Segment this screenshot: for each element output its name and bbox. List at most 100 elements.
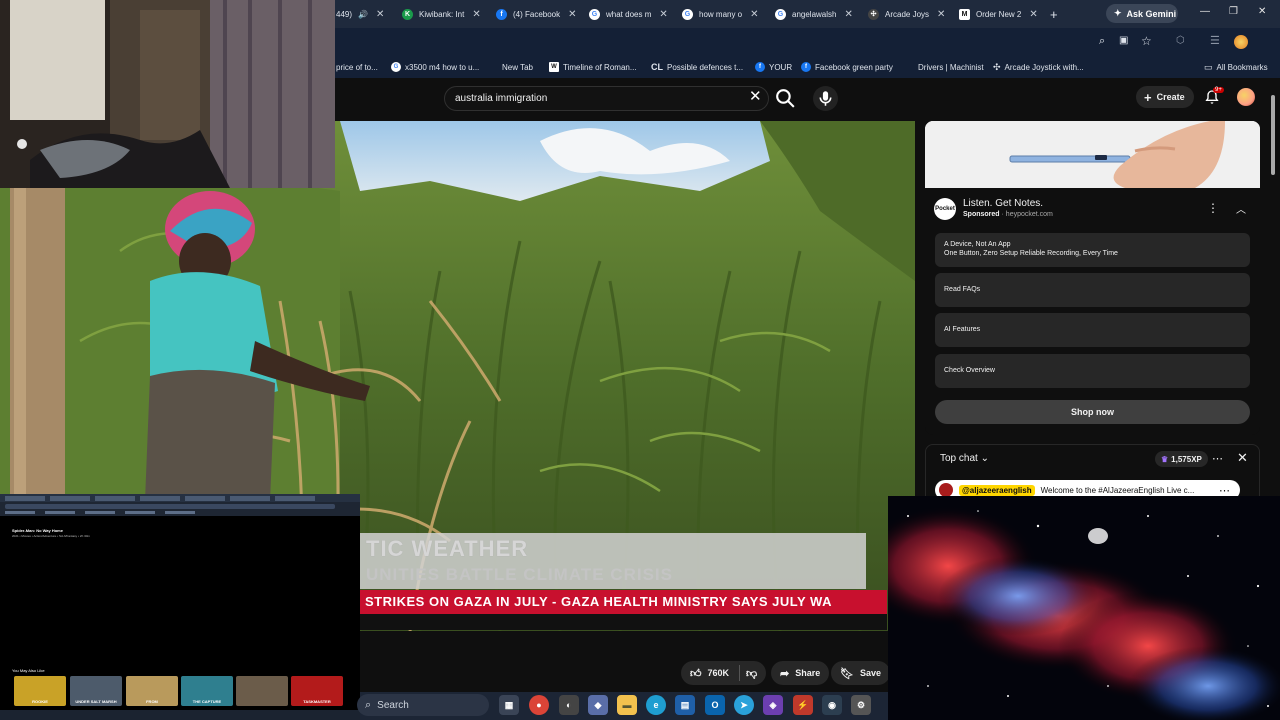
reading-list-icon[interactable]: ☰ [1210, 34, 1220, 47]
ad-logo[interactable]: Pocket [934, 198, 956, 220]
audio-icon: 🔊 [358, 9, 368, 19]
settings-icon[interactable]: ⚙ [851, 695, 871, 715]
sponsored-label: Sponsored [963, 211, 1000, 218]
divider [739, 665, 741, 681]
tab[interactable]: ✣ Arcade Joys ✕ [868, 3, 945, 25]
microphone-icon[interactable] [813, 86, 838, 111]
movie-thumbnail[interactable]: THE CAPTURE [181, 676, 233, 706]
app-icon[interactable]: ◐ [559, 695, 579, 715]
minimize-icon[interactable]: — [1200, 6, 1210, 17]
search-input[interactable]: australia immigration [444, 86, 769, 111]
ad-sitelink[interactable]: Read FAQs [935, 273, 1250, 307]
calculator-icon[interactable]: ▤ [675, 695, 695, 715]
ad-sitelink[interactable]: Check Overview [935, 354, 1250, 388]
app-icon[interactable]: ◉ [822, 695, 842, 715]
app-icon[interactable]: ◆ [588, 695, 608, 715]
close-tab-icon[interactable]: ✕ [472, 9, 480, 20]
task-view-icon[interactable]: ▦ [499, 695, 519, 715]
movie-thumbnail[interactable] [236, 676, 288, 706]
clear-search-icon[interactable]: ✕ [749, 87, 762, 105]
sitelink-title: AI Features [944, 326, 981, 333]
lower-third-headline: TIC WEATHER [366, 536, 529, 561]
bookmark-item[interactable]: W Timeline of Roman... [549, 60, 637, 74]
avatar[interactable] [1237, 88, 1255, 106]
bookmark-item[interactable]: f Facebook green party [801, 60, 893, 74]
tab[interactable]: K Kiwibank: Int ✕ [402, 3, 481, 25]
maximize-icon[interactable]: ❐ [1229, 6, 1238, 17]
like-button[interactable]: 👍︎ 760K 👎︎ [681, 661, 767, 685]
more-options-icon[interactable]: ⋯ [1212, 452, 1223, 465]
close-tab-icon[interactable]: ✕ [376, 9, 384, 20]
chat-mode-dropdown[interactable]: Top chat ⌄ [940, 453, 989, 464]
tab[interactable]: G angelawalsh ✕ [775, 3, 853, 25]
bookmark-label: x3500 m4 how to u... [405, 62, 480, 72]
new-tab-button[interactable]: + [1050, 3, 1058, 25]
share-button[interactable]: ➦ Share [771, 661, 830, 685]
close-window-icon[interactable]: ✕ [1258, 6, 1266, 17]
close-tab-icon[interactable]: ✕ [1029, 9, 1037, 20]
file-explorer-icon[interactable]: ▬ [617, 695, 637, 715]
movie-thumbnail[interactable]: FROM [126, 676, 178, 706]
more-options-icon[interactable]: ⋮ [1207, 201, 1219, 215]
movie-thumbnail[interactable]: UNDER SALT MARSH [70, 676, 122, 706]
shop-now-button[interactable]: Shop now [935, 400, 1250, 424]
ad-title[interactable]: Listen. Get Notes. [963, 198, 1043, 209]
bookmark-item[interactable]: Drivers | Machinist [918, 60, 984, 74]
bookmark-item[interactable]: CL Possible defences t... [651, 60, 743, 74]
xp-badge[interactable]: ♛ 1,575XP [1155, 451, 1208, 467]
chrome-icon[interactable]: ● [529, 695, 549, 715]
create-button[interactable]: + Create [1136, 86, 1194, 108]
search-icon[interactable] [773, 86, 798, 111]
bookmark-item[interactable]: f YOUR [755, 60, 792, 74]
bookmark-item[interactable]: Gx3500 m4 how to u... [391, 60, 479, 74]
ask-gemini-button[interactable]: ✦ Ask Gemini [1106, 4, 1178, 23]
close-tab-icon[interactable]: ✕ [750, 9, 758, 20]
app-icon[interactable]: ⚡ [793, 695, 813, 715]
plus-icon: + [1144, 89, 1152, 105]
galaxy-wallpaper-overlay [888, 496, 1280, 720]
tab[interactable]: f (4) Facebook ✕ [496, 3, 577, 25]
google-icon: G [682, 8, 693, 20]
google-icon: G [391, 62, 401, 72]
app-icon[interactable]: ◈ [763, 695, 783, 715]
taskbar-search-input[interactable]: ⌕ Search [357, 694, 489, 716]
google-icon: G [775, 8, 786, 20]
ad-banner-image[interactable] [925, 121, 1260, 188]
scrollbar-thumb[interactable] [1271, 95, 1275, 175]
profile-avatar[interactable] [1234, 35, 1248, 49]
movie-thumbnail[interactable]: ROOKIE [14, 676, 66, 706]
close-icon[interactable]: ✕ [1237, 450, 1248, 466]
close-tab-icon[interactable]: ✕ [844, 9, 852, 20]
bookmark-item[interactable]: New Tab [502, 60, 533, 74]
close-tab-icon[interactable]: ✕ [937, 9, 945, 20]
all-bookmarks[interactable]: ▭ All Bookmarks [1204, 60, 1268, 74]
tab-label: how many o [699, 9, 743, 19]
search-icon: ⌕ [365, 698, 372, 711]
gemini-icon: ✦ [1114, 8, 1122, 18]
outlook-icon[interactable]: O [705, 695, 725, 715]
bookmark-item[interactable]: ✣ Arcade Joystick with... [993, 60, 1084, 74]
bookmark-star-icon[interactable]: ☆ [1141, 34, 1152, 48]
thumbs-down-icon[interactable]: 👎︎ [746, 667, 757, 680]
bookmark-item[interactable]: price of to... [336, 60, 378, 74]
close-tab-icon[interactable]: ✕ [659, 9, 667, 20]
arcade-icon: ✣ [993, 61, 1001, 72]
movie-thumbnail[interactable]: TASKMASTER [291, 676, 343, 706]
ad-sitelink[interactable]: AI Features [935, 313, 1250, 347]
extensions-icon[interactable]: ⬡ [1176, 35, 1185, 46]
chevron-down-icon: ⌄ [980, 453, 989, 464]
close-tab-icon[interactable]: ✕ [568, 9, 576, 20]
edge-icon[interactable]: e [646, 695, 666, 715]
tab[interactable]: G what does m ✕ [589, 3, 668, 25]
zoom-icon[interactable]: ⌕ [1099, 35, 1105, 48]
save-button[interactable]: 🔖︎ Save [831, 661, 890, 685]
galaxy-image [888, 496, 1280, 720]
telegram-icon[interactable]: ➤ [734, 695, 754, 715]
tab[interactable]: 449) 🔊 ✕ [336, 3, 384, 25]
install-icon[interactable]: ▣ [1119, 35, 1128, 46]
tab[interactable]: G how many o ✕ [682, 3, 759, 25]
ad-sitelink[interactable]: A Device, Not An App One Button, Zero Se… [935, 233, 1250, 267]
chevron-up-icon[interactable]: ︿ [1236, 201, 1246, 216]
share-icon: ➦ [780, 667, 790, 680]
tab[interactable]: M Order New 2 ✕ [959, 3, 1038, 25]
